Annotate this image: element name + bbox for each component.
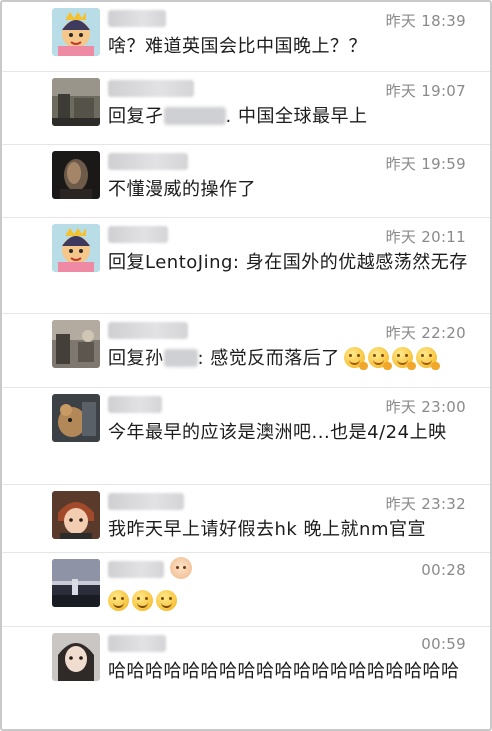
comment-text: 我昨天早上请好假去hk 晚上就nm官宣 xyxy=(108,519,426,540)
baby-emoji-icon xyxy=(170,557,192,579)
mention-redacted xyxy=(163,107,226,125)
username-redacted xyxy=(108,493,184,510)
comment-item[interactable]: 昨天 18:39 啥？难道英国会比中国晚上？？ xyxy=(2,2,490,72)
comment-timestamp: 昨天 19:59 xyxy=(385,155,466,173)
smile-emoji-icon xyxy=(132,590,153,611)
comment-text xyxy=(108,589,468,615)
comment-text: 不懂漫威的操作了 xyxy=(108,179,256,200)
username-redacted xyxy=(108,561,164,578)
comment-timestamp: 00:59 xyxy=(421,635,466,653)
comment-text: 回复孙 : 感觉反而落后了 xyxy=(108,346,468,372)
comment-timestamp: 昨天 23:32 xyxy=(385,495,466,513)
avatar[interactable] xyxy=(52,320,100,368)
comment-timestamp: 昨天 20:11 xyxy=(385,228,466,246)
comment-timestamp: 昨天 19:07 xyxy=(385,82,466,100)
comments-panel: 昨天 18:39 啥？难道英国会比中国晚上？？ 昨天 19:07 回复孑 . 中国… xyxy=(0,0,492,731)
happy-hand-emoji-icon xyxy=(343,347,368,370)
username-redacted xyxy=(108,322,188,339)
comment-timestamp: 00:28 xyxy=(421,561,466,579)
comment-text: 今年最早的应该是澳洲吧...也是4/24上映 xyxy=(108,422,447,443)
comment-timestamp: 昨天 23:00 xyxy=(385,398,466,416)
comment-text: 回复孑 . 中国全球最早上 xyxy=(108,104,468,130)
comment-timestamp: 昨天 18:39 xyxy=(385,12,466,30)
username-redacted xyxy=(108,396,162,413)
happy-hand-emoji-icon xyxy=(391,347,416,370)
comment-item[interactable]: 昨天 23:00 今年最早的应该是澳洲吧...也是4/24上映 xyxy=(2,388,490,485)
avatar[interactable] xyxy=(52,394,100,442)
avatar[interactable] xyxy=(52,151,100,199)
comment-text: 哈哈哈哈哈哈哈哈哈哈哈哈哈哈哈哈哈哈哈 xyxy=(108,661,460,682)
happy-hand-emoji-icon xyxy=(415,347,440,370)
avatar[interactable] xyxy=(52,78,100,126)
username-redacted xyxy=(108,153,188,170)
username-redacted xyxy=(108,10,166,27)
comment-item[interactable]: 00:59 哈哈哈哈哈哈哈哈哈哈哈哈哈哈哈哈哈哈哈 xyxy=(2,627,490,727)
reply-prefix: 回复孑 xyxy=(108,106,164,127)
mention-redacted xyxy=(163,349,198,367)
avatar[interactable] xyxy=(52,633,100,681)
smile-emoji-icon xyxy=(156,590,177,611)
avatar[interactable] xyxy=(52,491,100,539)
comment-item[interactable]: 昨天 22:20 回复孙 : 感觉反而落后了 xyxy=(2,314,490,388)
comment-item[interactable]: 昨天 23:32 我昨天早上请好假去hk 晚上就nm官宣 xyxy=(2,485,490,553)
comment-list: 昨天 18:39 啥？难道英国会比中国晚上？？ 昨天 19:07 回复孑 . 中国… xyxy=(2,2,490,727)
avatar[interactable] xyxy=(52,8,100,56)
comment-text: 回复LentoJing: 身在国外的优越感荡然无存 xyxy=(108,252,468,273)
comment-text: 啥？难道英国会比中国晚上？？ xyxy=(108,36,367,57)
comment-item[interactable]: 昨天 20:11 回复LentoJing: 身在国外的优越感荡然无存 xyxy=(2,218,490,314)
username-redacted xyxy=(108,80,194,97)
reply-content: . 中国全球最早上 xyxy=(225,106,368,127)
comment-item[interactable]: 00:28 xyxy=(2,553,490,627)
reply-prefix: 回复孙 xyxy=(108,348,164,369)
avatar[interactable] xyxy=(52,559,100,607)
comment-item[interactable]: 昨天 19:07 回复孑 . 中国全球最早上 xyxy=(2,72,490,145)
avatar[interactable] xyxy=(52,224,100,272)
comment-timestamp: 昨天 22:20 xyxy=(385,324,466,342)
reply-content: : 感觉反而落后了 xyxy=(197,348,340,369)
username-redacted xyxy=(108,635,166,652)
smile-emoji-icon xyxy=(108,590,129,611)
username-redacted xyxy=(108,226,168,243)
comment-item[interactable]: 昨天 19:59 不懂漫威的操作了 xyxy=(2,145,490,218)
happy-hand-emoji-icon xyxy=(367,347,392,370)
